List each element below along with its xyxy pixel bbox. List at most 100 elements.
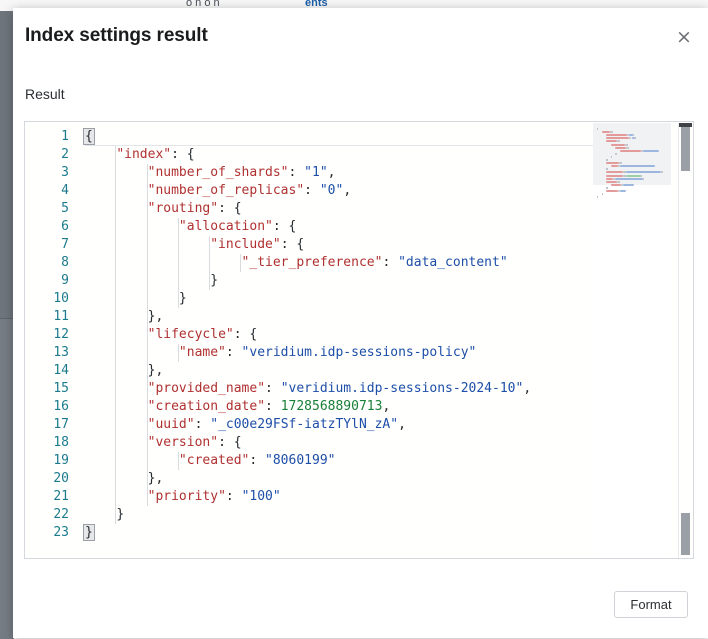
result-label: Result [25, 86, 65, 102]
code-token: : [281, 237, 297, 252]
json-code-editor[interactable]: 1234567891011121314151617181920212223 { … [24, 121, 694, 559]
minimap-line [623, 184, 633, 186]
line-number: 9 [25, 272, 77, 290]
minimap-line [606, 190, 618, 192]
line-number: 11 [25, 308, 77, 326]
code-token: "0" [320, 183, 343, 198]
code-token: , [343, 183, 351, 198]
modal-title: Index settings result [25, 25, 208, 47]
format-button[interactable]: Format [614, 591, 688, 618]
line-number: 20 [25, 470, 77, 488]
minimap-line [615, 178, 643, 180]
code-token: "provided_name" [148, 381, 265, 396]
code-token: "number_of_shards" [148, 165, 289, 180]
minimap-line [627, 144, 628, 146]
scrollbar-thumb-top[interactable] [681, 127, 690, 171]
editor-minimap[interactable] [593, 123, 671, 558]
code-token: , [155, 309, 163, 324]
code-token: , [398, 417, 406, 432]
code-token: : [226, 345, 242, 360]
code-token: : [289, 165, 305, 180]
code-token: "index" [116, 147, 171, 162]
code-token: "8060199" [265, 453, 335, 468]
code-token: "100" [242, 489, 281, 504]
minimap-line [643, 150, 659, 152]
scrollbar-top-cap [679, 123, 692, 127]
minimap-line [606, 134, 627, 136]
line-number: 1 [25, 128, 77, 146]
close-icon[interactable]: × [672, 25, 696, 49]
code-token: , [523, 381, 531, 396]
line-number: 3 [25, 164, 77, 182]
editor-vertical-scrollbar[interactable] [678, 123, 692, 558]
line-number: 6 [25, 218, 77, 236]
code-token: } [210, 273, 218, 288]
indent-guide [178, 218, 179, 308]
code-token: { [234, 201, 242, 216]
code-token: } [179, 291, 187, 306]
code-token: , [382, 399, 390, 414]
minimap-line [602, 131, 610, 133]
minimap-line [641, 175, 642, 177]
minimap-line [611, 156, 612, 158]
code-token: "veridium.idp-sessions-policy" [242, 345, 477, 360]
editor-line-number-gutter: 1234567891011121314151617181920212223 [25, 128, 77, 542]
minimap-line [607, 187, 608, 189]
code-token: "name" [179, 345, 226, 360]
code-token: "veridium.idp-sessions-2024-10" [281, 381, 524, 396]
minimap-line [606, 137, 629, 139]
minimap-line [633, 134, 634, 136]
code-token: : [171, 147, 187, 162]
line-number: 17 [25, 416, 77, 434]
minimap-line [611, 184, 621, 186]
minimap-line [620, 150, 641, 152]
index-settings-result-modal: Index settings result × Result 123456789… [13, 8, 708, 638]
minimap-line [602, 193, 603, 195]
code-token: "1" [304, 165, 327, 180]
minimap-line [615, 147, 625, 149]
code-token: : [218, 435, 234, 450]
code-token: : [273, 219, 289, 234]
indent-guide [178, 344, 179, 362]
code-token: "include" [210, 237, 280, 252]
line-number: 13 [25, 344, 77, 362]
bracket-match: } [84, 525, 94, 540]
line-number: 23 [25, 524, 77, 542]
code-token: "_c00e29FSf-iatzTYlN_zA" [210, 417, 398, 432]
line-number: 7 [25, 236, 77, 254]
minimap-line [620, 190, 626, 192]
code-token: "uuid" [148, 417, 195, 432]
indent-guide [147, 164, 148, 506]
line-number: 19 [25, 452, 77, 470]
code-token: : [195, 417, 211, 432]
code-token: : [249, 453, 265, 468]
indent-guide [240, 254, 241, 272]
minimap-line [611, 165, 618, 167]
minimap-line [612, 131, 613, 133]
minimap-line [597, 196, 598, 198]
code-token: "creation_date" [148, 399, 265, 414]
code-token: { [187, 147, 195, 162]
code-token: , [328, 165, 336, 180]
code-token: "version" [148, 435, 218, 450]
code-token: { [249, 327, 257, 342]
code-token: "data_content" [398, 255, 508, 270]
code-token: : [265, 399, 281, 414]
code-token: { [296, 237, 304, 252]
code-token: } [116, 507, 124, 522]
line-number: 18 [25, 434, 77, 452]
code-token: , [155, 471, 163, 486]
code-token: : [304, 183, 320, 198]
editor-viewport[interactable]: 1234567891011121314151617181920212223 { … [25, 122, 693, 558]
line-number: 21 [25, 488, 77, 506]
minimap-line [643, 178, 644, 180]
scrollbar-thumb-bottom[interactable] [681, 513, 690, 555]
line-number: 10 [25, 290, 77, 308]
code-token: : [226, 489, 242, 504]
line-number: 4 [25, 182, 77, 200]
line-number: 16 [25, 398, 77, 416]
line-number: 12 [25, 326, 77, 344]
line-number: 14 [25, 362, 77, 380]
bracket-match: { [84, 129, 94, 144]
minimap-line [615, 153, 616, 155]
